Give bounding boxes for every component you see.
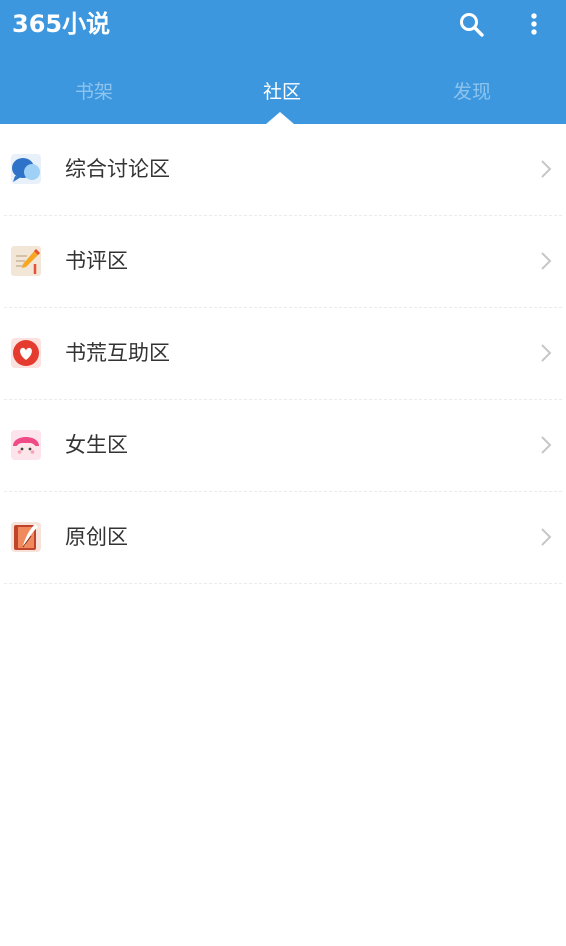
list-item-book-reviews[interactable]: 书评区: [4, 216, 562, 308]
list-item-label: 书荒互助区: [65, 341, 170, 365]
heart-icon: [11, 338, 41, 368]
list-item-girls-zone[interactable]: 女生区: [4, 400, 562, 492]
list-item-book-help[interactable]: 书荒互助区: [4, 308, 562, 400]
list-item-label: 综合讨论区: [65, 157, 170, 181]
more-vert-icon: [531, 13, 537, 35]
active-tab-indicator: [266, 112, 294, 124]
app-title: 365小说: [12, 10, 111, 38]
girl-face-icon: [11, 430, 41, 460]
list-item-general-discussion[interactable]: 综合讨论区: [4, 124, 562, 216]
list-item-original-works[interactable]: 原创区: [4, 492, 562, 584]
chevron-right-icon: [541, 160, 552, 178]
community-list: 综合讨论区 书评区 书荒互助区 女生区 原创区: [0, 124, 566, 584]
chat-bubbles-icon: [11, 154, 41, 184]
list-item-label: 女生区: [65, 433, 128, 457]
tab-bookshelf[interactable]: 书架: [0, 64, 188, 120]
app-bar: 365小说 书架 社区 发现: [0, 0, 566, 124]
search-icon: [460, 13, 484, 37]
chevron-right-icon: [541, 344, 552, 362]
list-item-label: 原创区: [65, 525, 128, 549]
tab-discover[interactable]: 发现: [378, 64, 566, 120]
book-quill-icon: [11, 522, 41, 552]
chevron-right-icon: [541, 528, 552, 546]
search-button[interactable]: [457, 10, 487, 40]
chevron-right-icon: [541, 252, 552, 270]
list-item-label: 书评区: [65, 249, 128, 273]
more-options-button[interactable]: [522, 10, 546, 40]
pencil-paper-icon: [11, 246, 41, 276]
chevron-right-icon: [541, 436, 552, 454]
